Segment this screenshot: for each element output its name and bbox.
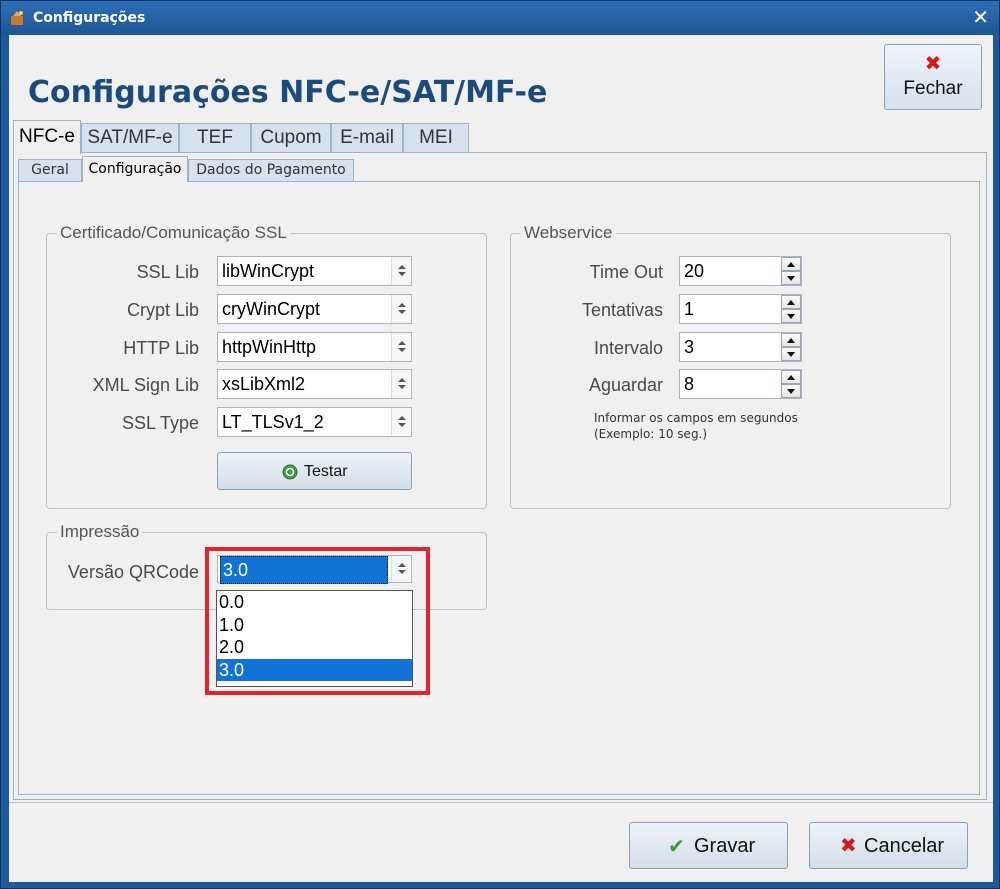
ssl-lib-select[interactable]: libWinCrypt xyxy=(217,256,412,286)
impressao-group-title: Impressão xyxy=(57,522,143,542)
aguardar-down-icon[interactable] xyxy=(781,384,801,398)
ssl-lib-label: SSL Lib xyxy=(136,262,199,282)
qrcode-option-2-0[interactable]: 2.0 xyxy=(217,636,412,659)
tentativas-value: 1 xyxy=(684,299,695,319)
qrcode-version-value: 3.0 xyxy=(220,556,388,584)
time-out-up-icon[interactable] xyxy=(781,257,801,271)
tab-dados-pagamento[interactable]: Dados do Pagamento xyxy=(188,159,354,181)
ssl-type-arrows-icon xyxy=(391,408,411,436)
tentativas-up-icon[interactable] xyxy=(781,295,801,309)
crypt-lib-label: Crypt Lib xyxy=(126,300,199,320)
close-icon: ✖ xyxy=(924,51,942,75)
fechar-button[interactable]: ✖ Fechar xyxy=(884,44,982,110)
tentativas-down-icon[interactable] xyxy=(781,309,801,323)
intervalo-spinner[interactable]: 3 xyxy=(679,332,802,362)
qrcode-version-dropdown: 0.0 1.0 2.0 3.0 xyxy=(216,590,413,687)
http-lib-arrows-icon xyxy=(391,333,411,361)
aguardar-up-icon[interactable] xyxy=(781,370,801,384)
nfce-tab-page: Geral Configuração Dados do Pagamento Ce… xyxy=(13,152,987,800)
tab-geral[interactable]: Geral xyxy=(18,159,82,181)
xml-sign-lib-arrows-icon xyxy=(391,370,411,398)
ssl-lib-value: libWinCrypt xyxy=(222,261,315,281)
window-close-icon[interactable]: ✕ xyxy=(972,5,989,29)
intervalo-value: 3 xyxy=(684,337,695,357)
testar-button-label: Testar xyxy=(304,463,348,480)
ssl-type-value: LT_TLSv1_2 xyxy=(222,412,324,432)
webservice-group-title: Webservice xyxy=(521,223,616,243)
time-out-value: 20 xyxy=(684,261,705,281)
title-bar[interactable]: Configurações ✕ xyxy=(1,1,999,35)
webservice-hint-line2: (Exemplo: 10 seg.) xyxy=(594,427,708,441)
tab-configuracao[interactable]: Configuração xyxy=(82,156,188,182)
cancelar-button[interactable]: ✖ Cancelar xyxy=(809,822,968,869)
tab-sat-mfe[interactable]: SAT/MF-e xyxy=(81,123,179,153)
tab-mei[interactable]: MEI xyxy=(403,123,469,153)
qrcode-version-label: Versão QRCode xyxy=(67,562,199,582)
test-connection-icon xyxy=(282,464,298,480)
qrcode-version-select[interactable]: 3.0 xyxy=(217,555,412,584)
xml-sign-lib-value: xsLibXml2 xyxy=(222,374,306,394)
cancel-x-icon: ✖ xyxy=(840,833,857,857)
tab-email[interactable]: E-mail xyxy=(331,123,403,153)
crypt-lib-arrows-icon xyxy=(391,295,411,323)
time-out-down-icon[interactable] xyxy=(781,271,801,285)
crypt-lib-value: cryWinCrypt xyxy=(222,299,320,319)
intervalo-down-icon[interactable] xyxy=(781,347,801,361)
tentativas-spinner[interactable]: 1 xyxy=(679,294,802,324)
aguardar-spinner[interactable]: 8 xyxy=(679,369,802,399)
http-lib-select[interactable]: httpWinHttp xyxy=(217,332,412,362)
tab-tef[interactable]: TEF xyxy=(179,123,251,153)
window-title: Configurações xyxy=(33,10,146,26)
certificado-group-title: Certificado/Comunicação SSL xyxy=(57,223,290,243)
gravar-button[interactable]: ✔ Gravar xyxy=(629,822,788,869)
configuracoes-window: Configurações ✕ Configurações NFC-e/SAT/… xyxy=(0,0,1000,889)
xml-sign-lib-label: XML Sign Lib xyxy=(92,375,199,395)
cancelar-button-label: Cancelar xyxy=(864,835,945,857)
testar-button[interactable]: Testar xyxy=(217,452,412,490)
app-icon xyxy=(11,11,23,25)
tab-cupom[interactable]: Cupom xyxy=(251,123,331,153)
qrcode-option-0-0[interactable]: 0.0 xyxy=(217,591,412,614)
ssl-lib-arrows-icon xyxy=(391,257,411,285)
http-lib-label: HTTP Lib xyxy=(123,338,199,358)
tab-nfce[interactable]: NFC-e xyxy=(13,120,81,154)
intervalo-label: Intervalo xyxy=(593,338,663,358)
checkmark-icon: ✔ xyxy=(668,834,685,858)
http-lib-value: httpWinHttp xyxy=(222,337,317,357)
time-out-spinner[interactable]: 20 xyxy=(679,256,802,286)
aguardar-label: Aguardar xyxy=(588,375,663,395)
footer-divider xyxy=(9,802,993,803)
gravar-button-label: Gravar xyxy=(694,835,756,857)
intervalo-up-icon[interactable] xyxy=(781,333,801,347)
page-title: Configurações NFC-e/SAT/MF-e xyxy=(28,75,548,110)
qrcode-version-arrows-icon xyxy=(391,556,411,582)
webservice-hint-line1: Informar os campos em segundos xyxy=(594,411,798,425)
time-out-label: Time Out xyxy=(589,262,663,282)
xml-sign-lib-select[interactable]: xsLibXml2 xyxy=(217,369,412,399)
fechar-button-label: Fechar xyxy=(903,78,963,99)
tentativas-label: Tentativas xyxy=(581,300,663,320)
ssl-type-label: SSL Type xyxy=(121,413,199,433)
client-area: Configurações NFC-e/SAT/MF-e ✖ Fechar NF… xyxy=(9,35,993,882)
qrcode-option-3-0[interactable]: 3.0 xyxy=(217,658,412,681)
qrcode-option-1-0[interactable]: 1.0 xyxy=(217,614,412,637)
crypt-lib-select[interactable]: cryWinCrypt xyxy=(217,294,412,324)
aguardar-value: 8 xyxy=(684,374,695,394)
configuracao-tab-page: Certificado/Comunicação SSL SSL Lib libW… xyxy=(18,181,980,795)
ssl-type-select[interactable]: LT_TLSv1_2 xyxy=(217,407,412,437)
